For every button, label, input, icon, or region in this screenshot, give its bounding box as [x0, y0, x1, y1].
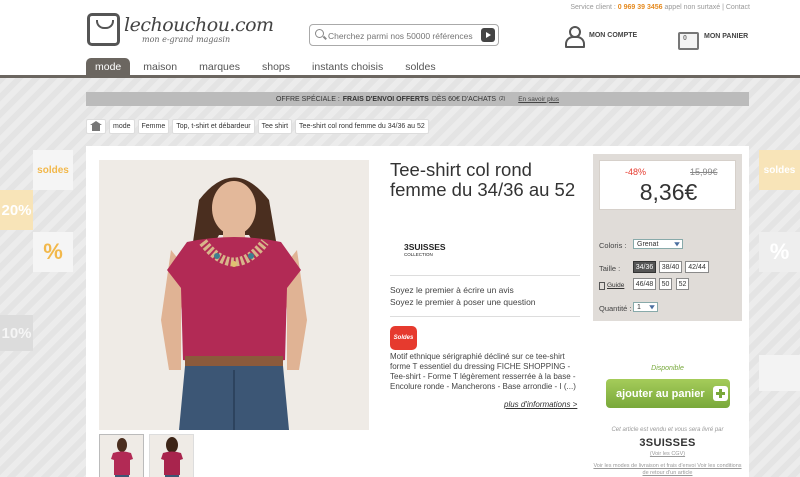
write-review-link[interactable]: Soyez le premier à écrire un avis — [390, 285, 514, 295]
cart-label: MON PANIER — [704, 32, 749, 40]
product-thumbnail-front[interactable] — [99, 434, 144, 477]
promo-superscript: (2) — [499, 96, 506, 102]
seller-logo: 3SUISSES — [593, 437, 742, 449]
quantity-select[interactable]: 1 — [633, 302, 658, 312]
promo-suffix: DÈS 60€ D'ACHATS — [431, 95, 497, 103]
size-option-34-36[interactable]: 34/36 — [633, 261, 656, 273]
product-title: Tee-shirt col rond femme du 34/36 au 52 — [390, 159, 576, 200]
nav-item-mode[interactable]: mode — [86, 58, 131, 76]
service-client-label: Service client : — [570, 4, 616, 11]
promo-banner: OFFRE SPÉCIALE : FRAIS D'ENVOI OFFERTS D… — [86, 92, 749, 106]
service-phone-note[interactable]: appel non surtaxé | Contact — [665, 4, 750, 11]
buy-box-lower: Disponible ajouter au panier Cet article… — [593, 321, 742, 477]
banner-tile-right — [759, 355, 800, 391]
account-label: MON COMPTE — [589, 31, 638, 39]
product-photo — [99, 160, 369, 430]
sold-by-text: Cet article est vendu et vous sera livré… — [611, 427, 724, 433]
breadcrumb-item[interactable]: Tee shirt — [257, 119, 293, 134]
size-guide-icon[interactable] — [599, 282, 605, 290]
brand-logo[interactable]: 3SUISSES COLLECTION — [404, 243, 446, 259]
nav-item-instants-choisis[interactable]: instants choisis — [303, 58, 392, 76]
availability-status: Disponible — [651, 365, 684, 372]
search-box — [309, 24, 499, 46]
discount-percent: -48% — [625, 167, 647, 177]
search-icon — [315, 29, 324, 38]
thumbnail-photo — [100, 435, 143, 477]
old-price: 15,99€ — [690, 167, 718, 177]
soldes-banner-right[interactable]: soldes — [759, 150, 800, 190]
home-icon — [90, 120, 102, 131]
buy-box: -48% 15,99€ 8,36€ Coloris : Grenat Taill… — [593, 154, 742, 477]
plus-icon — [712, 386, 728, 401]
seller-name: 3SUISSES — [639, 437, 696, 449]
size-option-38-40[interactable]: 38/40 — [659, 261, 682, 273]
price-box: -48% 15,99€ 8,36€ — [599, 160, 736, 210]
soldes-badge: Soldes — [390, 326, 417, 350]
product-main-image[interactable] — [99, 160, 369, 430]
breadcrumb-home[interactable] — [86, 119, 106, 134]
user-icon — [563, 25, 585, 48]
nav-item-marques[interactable]: marques — [190, 58, 249, 76]
breadcrumb-item[interactable]: Femme — [137, 119, 170, 134]
logo-name[interactable]: lechouchou.com — [124, 14, 274, 36]
product-thumbnail-back[interactable] — [149, 434, 194, 477]
breadcrumb: mode Femme Top, t-shirt et débardeur Tee… — [86, 119, 429, 134]
color-label: Coloris : — [599, 241, 627, 250]
main-nav: mode maison marques shops instants chois… — [86, 58, 449, 76]
size-guide-link[interactable]: Guide — [607, 282, 624, 289]
size-option-46-48[interactable]: 46/48 — [633, 278, 656, 290]
shopping-bag-icon — [676, 25, 699, 50]
service-client-bar: Service client : 0 969 39 3456 appel non… — [570, 4, 750, 11]
size-label: Taille : — [599, 264, 621, 273]
logo-tagline: mon e-grand magasin — [142, 35, 231, 44]
cgv-link[interactable]: (Voir les CGV) — [593, 451, 742, 457]
nav-item-maison[interactable]: maison — [134, 58, 186, 76]
add-to-cart-button[interactable]: ajouter au panier — [606, 379, 730, 408]
search-input[interactable] — [328, 28, 478, 43]
discount-20-banner[interactable]: 20% — [0, 190, 33, 230]
service-phone: 0 969 39 3456 — [617, 4, 663, 11]
current-price: 8,36€ — [639, 179, 698, 205]
ask-question-link[interactable]: Soyez le premier à poser une question — [390, 297, 536, 307]
color-select[interactable]: Grenat — [633, 239, 683, 249]
soldes-banner-left[interactable]: soldes — [33, 150, 73, 190]
cart-link[interactable]: MON PANIER — [676, 25, 749, 50]
thumbnail-photo — [150, 435, 193, 477]
percent-banner-left[interactable]: % — [33, 232, 73, 272]
promo-highlight: FRAIS D'ENVOI OFFERTS — [342, 95, 429, 103]
promo-more-link[interactable]: En savoir plus — [518, 96, 559, 103]
discount-10-banner[interactable]: 10% — [0, 315, 33, 351]
divider — [390, 316, 580, 317]
product-panel: Tee-shirt col rond femme du 34/36 au 52 … — [86, 146, 749, 477]
size-option-52[interactable]: 52 — [676, 278, 689, 290]
add-to-cart-label: ajouter au panier — [616, 387, 705, 400]
size-option-42-44[interactable]: 42/44 — [685, 261, 709, 273]
size-option-50[interactable]: 50 — [659, 278, 672, 290]
product-description: Motif ethnique sérigraphié décliné sur c… — [390, 352, 576, 391]
nav-item-soldes[interactable]: soldes — [396, 58, 444, 76]
promo-prefix: OFFRE SPÉCIALE : — [275, 95, 340, 103]
quantity-label: Quantité : — [599, 304, 632, 313]
nav-item-shops[interactable]: shops — [253, 58, 299, 76]
brand-logo-sub: COLLECTION — [404, 252, 433, 257]
breadcrumb-item[interactable]: Top, t-shirt et débardeur — [172, 119, 255, 134]
delivery-return-links[interactable]: Voir les modes de livraison et frais d'e… — [593, 463, 742, 477]
more-info-link[interactable]: plus d'informations > — [504, 400, 577, 409]
search-submit-button[interactable] — [481, 28, 495, 42]
brand-logo-name: 3SUISSES — [404, 242, 446, 252]
breadcrumb-current: Tee-shirt col rond femme du 34/36 au 52 — [295, 119, 429, 134]
divider — [390, 275, 580, 276]
breadcrumb-item[interactable]: mode — [109, 119, 135, 134]
percent-banner-right[interactable]: % — [759, 232, 800, 272]
account-link[interactable]: MON COMPTE — [563, 25, 638, 48]
logo-bag-icon[interactable] — [87, 13, 120, 46]
